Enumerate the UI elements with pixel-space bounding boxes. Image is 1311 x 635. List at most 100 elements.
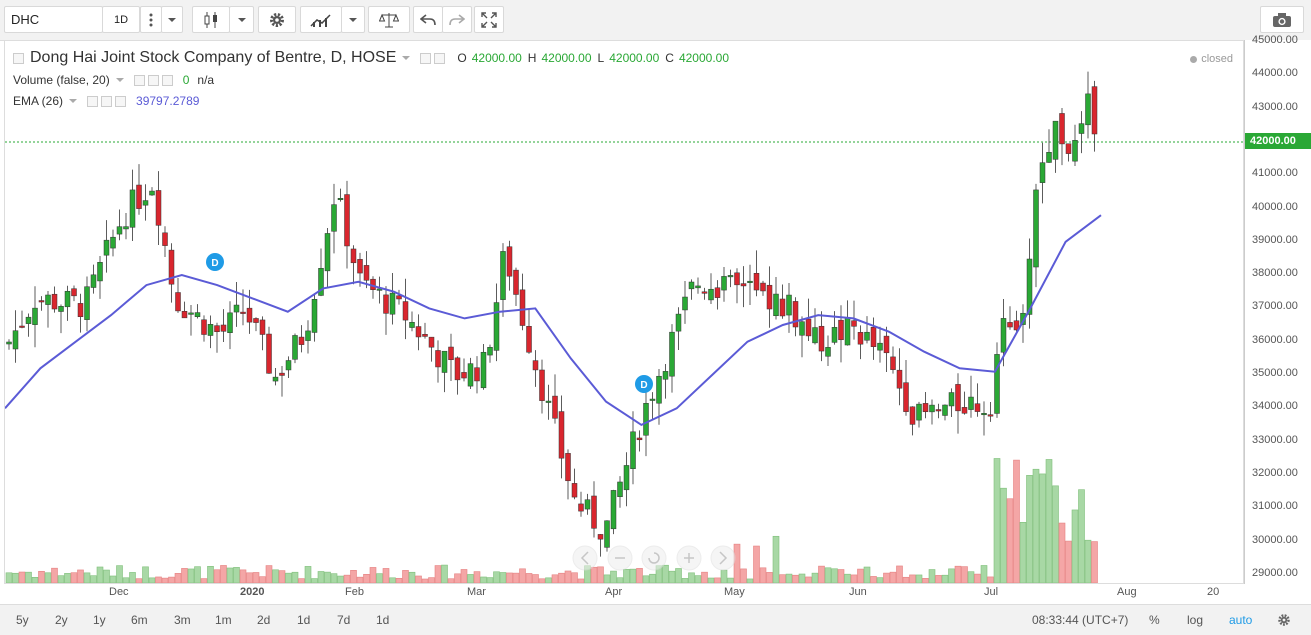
period-3m-button[interactable]: 3m bbox=[174, 613, 191, 627]
candle-body bbox=[1072, 140, 1078, 162]
percent-toggle[interactable]: % bbox=[1149, 613, 1160, 627]
volume-bar bbox=[935, 575, 942, 583]
price-label: 32000.00 bbox=[1252, 466, 1298, 479]
settings-icon[interactable] bbox=[101, 95, 113, 107]
volume-bar bbox=[168, 576, 175, 583]
volume-bar bbox=[629, 568, 637, 583]
volume-bar bbox=[857, 568, 864, 583]
candle-body bbox=[259, 319, 266, 335]
period-2d-button[interactable]: 2d bbox=[257, 613, 270, 627]
time-axis-row[interactable]: Dec 2020 Feb Mar Apr May Jun Jul Aug 20 bbox=[4, 584, 1244, 604]
interval-dropdown-button[interactable] bbox=[161, 6, 183, 33]
volume-bar bbox=[304, 566, 312, 583]
period-1m-button[interactable]: 1m bbox=[215, 613, 232, 627]
volume-bar bbox=[480, 576, 487, 583]
scroll-left-button[interactable] bbox=[572, 545, 598, 571]
visibility-icon[interactable] bbox=[420, 52, 432, 64]
volume-bar bbox=[369, 567, 377, 583]
settings-icon[interactable] bbox=[434, 52, 446, 64]
settings-button[interactable] bbox=[258, 6, 296, 33]
visibility-icon[interactable] bbox=[87, 95, 99, 107]
redo-icon bbox=[449, 13, 465, 25]
settings-gear-icon[interactable] bbox=[1277, 613, 1291, 627]
close-icon[interactable] bbox=[115, 95, 127, 107]
indicators-dropdown[interactable] bbox=[341, 6, 365, 33]
volume-bar bbox=[785, 573, 793, 583]
dividend-marker[interactable]: D bbox=[206, 253, 224, 271]
volume-bar bbox=[577, 578, 585, 583]
volume-bar bbox=[1058, 522, 1066, 583]
volume-bar bbox=[876, 577, 884, 583]
dividend-marker[interactable]: D bbox=[635, 375, 653, 393]
volume-bar bbox=[486, 577, 494, 583]
candle-body bbox=[181, 311, 188, 319]
volume-bar bbox=[311, 578, 318, 583]
chart-pane[interactable]: D D Dec Dong Hai Joint Stock Company of … bbox=[4, 40, 1244, 584]
zoom-in-button[interactable] bbox=[676, 545, 702, 571]
time-axis-label: Aug bbox=[1117, 586, 1137, 598]
zoom-out-button[interactable] bbox=[607, 545, 633, 571]
settings-icon[interactable] bbox=[147, 74, 159, 86]
period-1d-button[interactable]: 1d bbox=[297, 613, 310, 627]
candle-body bbox=[1033, 189, 1039, 268]
price-scale[interactable]: 45000.00 44000.00 43000.00 42000.00 41000.00… bbox=[1244, 34, 1311, 584]
chart-type-dropdown[interactable] bbox=[229, 6, 254, 33]
period-1d-alt-button[interactable]: 1d bbox=[376, 613, 389, 627]
scroll-right-button[interactable] bbox=[710, 545, 736, 571]
volume-bar bbox=[389, 577, 396, 583]
volume-bar bbox=[896, 565, 903, 583]
chevron-down-icon[interactable] bbox=[402, 56, 411, 60]
period-6m-button[interactable]: 6m bbox=[131, 613, 148, 627]
interval-button[interactable]: 1D bbox=[102, 6, 140, 33]
volume-bar bbox=[909, 574, 916, 583]
period-7d-button[interactable]: 7d bbox=[337, 613, 350, 627]
price-label: 45000.00 bbox=[1252, 34, 1298, 46]
chevron-down-icon[interactable] bbox=[115, 78, 124, 82]
visibility-icon[interactable] bbox=[133, 74, 145, 86]
interval-more-icon[interactable] bbox=[140, 6, 162, 33]
candle-body bbox=[272, 376, 279, 382]
snapshot-button[interactable] bbox=[1260, 6, 1304, 33]
chevron-down-icon[interactable] bbox=[69, 99, 78, 103]
candle-body bbox=[162, 232, 168, 246]
price-chart[interactable]: D D Dec bbox=[5, 41, 1243, 583]
volume-bar bbox=[1091, 541, 1098, 583]
compare-button[interactable] bbox=[368, 6, 410, 33]
candle-body bbox=[552, 395, 558, 419]
volume-bar bbox=[532, 574, 539, 583]
candle-body bbox=[831, 327, 838, 343]
candle-body bbox=[1000, 318, 1007, 353]
period-2y-button[interactable]: 2y bbox=[55, 613, 68, 627]
volume-bar bbox=[44, 572, 52, 583]
candle-body bbox=[864, 331, 870, 341]
period-1y-button[interactable]: 1y bbox=[93, 613, 106, 627]
log-toggle[interactable]: log bbox=[1187, 613, 1203, 627]
candle-body bbox=[487, 347, 493, 356]
candle-body bbox=[526, 326, 532, 353]
period-5y-button[interactable]: 5y bbox=[16, 613, 29, 627]
candle-body bbox=[584, 499, 591, 510]
volume-bar bbox=[239, 569, 247, 583]
volume-bar bbox=[915, 574, 923, 583]
candle-body bbox=[214, 325, 220, 333]
ema-label: EMA (26) bbox=[13, 94, 64, 108]
symbol-input[interactable]: DHC bbox=[4, 6, 103, 33]
fullscreen-button[interactable] bbox=[474, 6, 504, 33]
volume-bar bbox=[12, 572, 19, 583]
undo-button[interactable] bbox=[413, 6, 443, 33]
volume-bar bbox=[545, 577, 552, 583]
close-icon[interactable] bbox=[161, 74, 173, 86]
price-label: 35000.00 bbox=[1252, 367, 1298, 379]
volume-bar bbox=[259, 576, 266, 583]
auto-toggle[interactable]: auto bbox=[1229, 613, 1252, 627]
indicators-button[interactable] bbox=[300, 6, 342, 33]
volume-bar bbox=[662, 564, 669, 583]
chart-type-button[interactable] bbox=[192, 6, 230, 33]
reset-button[interactable] bbox=[641, 545, 667, 571]
open-label: O bbox=[457, 51, 467, 65]
volume-bar bbox=[1013, 459, 1020, 583]
top-toolbar: DHC 1D bbox=[0, 0, 1311, 41]
time-axis-label: May bbox=[724, 586, 745, 598]
redo-button[interactable] bbox=[442, 6, 472, 33]
collapse-icon[interactable] bbox=[13, 52, 24, 64]
